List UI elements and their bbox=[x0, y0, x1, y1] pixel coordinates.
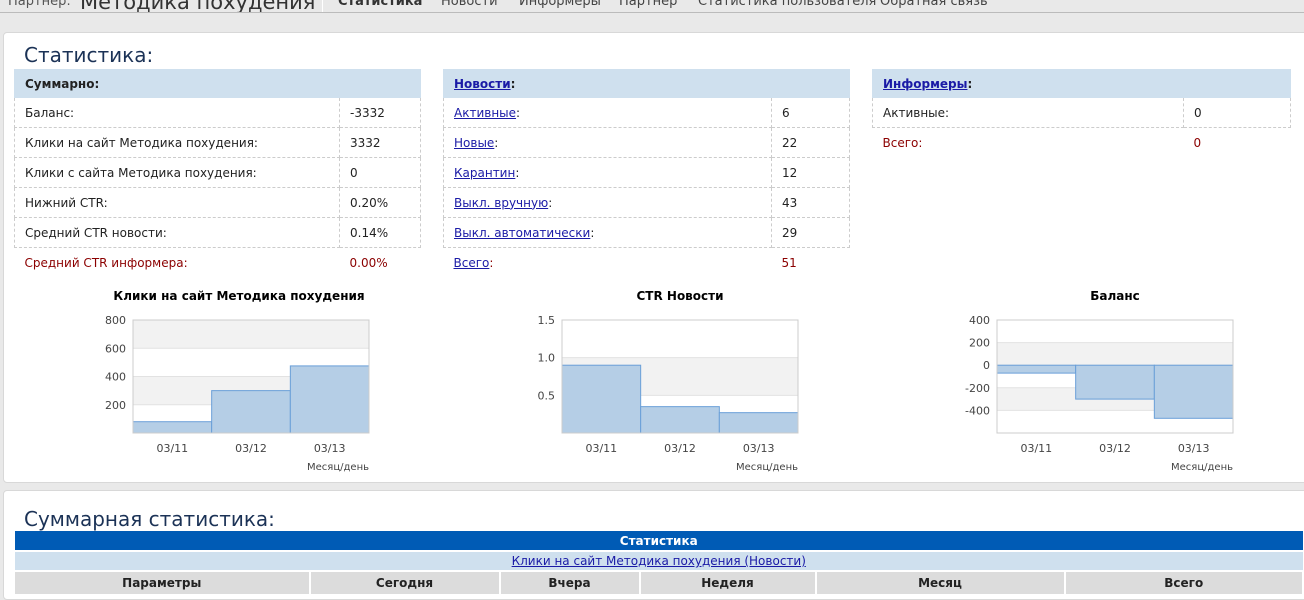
table-row: Нижний CTR: 0.20% bbox=[14, 187, 421, 218]
x-axis-label: Месяц/день bbox=[1171, 462, 1233, 473]
partner-label: Партнер: bbox=[8, 0, 71, 9]
summary-statistics-title: Суммарная статистика: bbox=[24, 507, 275, 531]
nav-user-statistics[interactable]: Статистика пользователя bbox=[698, 0, 876, 9]
page-title: Статистика: bbox=[24, 43, 154, 67]
table-row: Карантин: 12 bbox=[443, 157, 850, 188]
y-tick-label: -200 bbox=[965, 382, 990, 395]
news-auto-off-link[interactable]: Выкл. автоматически bbox=[454, 226, 590, 240]
summary-statistics-table: Статистика Клики на сайт Методика похуде… bbox=[14, 531, 1304, 596]
ctr-chart: CTR Новости 0.5 1.0 1.5 03/11 03/12 03/13 Месяц… bbox=[538, 289, 799, 473]
table-row: Активные: 6 bbox=[443, 97, 850, 128]
y-tick-label: 400 bbox=[969, 314, 990, 327]
y-tick-label: 400 bbox=[105, 371, 126, 384]
table-row: Клики с сайта Методика похудения: 0 bbox=[14, 157, 421, 188]
nav-feedback[interactable]: Обратная связь bbox=[880, 0, 988, 9]
y-tick-label: 200 bbox=[969, 337, 990, 350]
col-week: Неделя bbox=[639, 570, 817, 596]
news-table: Новости: Активные: 6 Новые: 22 Карантин: 12… bbox=[443, 69, 850, 278]
y-tick-label: -400 bbox=[965, 404, 990, 417]
table-row: Средний CTR новости: 0.14% bbox=[14, 217, 421, 248]
y-tick-label: 0.5 bbox=[538, 389, 556, 402]
col-yesterday: Вчера bbox=[499, 570, 641, 596]
bar bbox=[996, 364, 1077, 374]
news-total-link[interactable]: Всего bbox=[454, 256, 490, 270]
summary-header: Суммарно: bbox=[14, 69, 421, 98]
table-row: Выкл. автоматически: 29 bbox=[443, 217, 850, 248]
bar bbox=[1153, 364, 1234, 419]
nav-news[interactable]: Новости bbox=[441, 0, 498, 9]
table-row: Баланс: -3332 bbox=[14, 97, 421, 128]
top-nav: Партнер: Методика похудения Статистика Н… bbox=[0, 0, 1304, 13]
clicks-chart: Клики на сайт Методика похудения 200 400 60… bbox=[105, 289, 370, 473]
bar bbox=[289, 365, 370, 434]
partner-name: Методика похудения bbox=[80, 0, 316, 13]
news-active-link[interactable]: Активные bbox=[454, 106, 516, 120]
total-row: Всего: 51 bbox=[453, 255, 797, 270]
grid-band bbox=[997, 342, 1233, 366]
informers-link[interactable]: Информеры bbox=[883, 77, 967, 91]
balance-chart: Баланс -400 -200 0 200 400 03/11 03/12 03/13 Меся… bbox=[965, 289, 1234, 473]
grid-band bbox=[133, 320, 369, 349]
chart-title: CTR Новости bbox=[636, 289, 723, 303]
news-new-link[interactable]: Новые bbox=[454, 136, 494, 150]
chart-title: Клики на сайт Методика похудения bbox=[113, 289, 364, 303]
table-title: Статистика bbox=[14, 531, 1303, 551]
x-tick-label: 03/11 bbox=[156, 442, 188, 455]
informers-table: Информеры: Активные: 0 Всего: 0 bbox=[872, 69, 1291, 158]
table-row: Активные: 0 bbox=[872, 97, 1291, 128]
bar bbox=[132, 421, 213, 434]
x-tick-label: 03/13 bbox=[743, 442, 775, 455]
bar bbox=[718, 412, 799, 434]
table-row: Выкл. вручную: 43 bbox=[443, 187, 850, 218]
col-today: Сегодня bbox=[309, 570, 501, 596]
table-row: Клики на сайт Методика похудения: 3332 bbox=[14, 127, 421, 158]
y-tick-label: 200 bbox=[105, 399, 126, 412]
bar bbox=[561, 364, 642, 434]
y-tick-label: 600 bbox=[105, 342, 126, 355]
news-quarantine-link[interactable]: Карантин bbox=[454, 166, 515, 180]
section-link[interactable]: Клики на сайт Методика похудения (Новост… bbox=[512, 554, 806, 568]
x-tick-label: 03/11 bbox=[585, 442, 617, 455]
x-tick-label: 03/11 bbox=[1020, 442, 1052, 455]
x-tick-label: 03/12 bbox=[1099, 442, 1131, 455]
bar bbox=[1075, 364, 1155, 400]
nav-divider bbox=[322, 0, 323, 12]
total-row: Средний CTR информера: 0.00% bbox=[24, 255, 388, 270]
table-row: Новые: 22 bbox=[443, 127, 850, 158]
nav-statistics[interactable]: Статистика bbox=[338, 0, 422, 9]
y-tick-label: 1.5 bbox=[538, 314, 556, 327]
total-row: Всего: 0 bbox=[882, 135, 1202, 150]
x-tick-label: 03/12 bbox=[664, 442, 696, 455]
col-params: Параметры bbox=[14, 570, 311, 596]
bar bbox=[640, 406, 720, 434]
nav-informers[interactable]: Информеры bbox=[519, 0, 601, 9]
chart-title: Баланс bbox=[1090, 289, 1140, 303]
x-tick-label: 03/13 bbox=[1178, 442, 1210, 455]
summary-table: Суммарно: Баланс: -3332 Клики на сайт Мет… bbox=[14, 69, 421, 278]
y-tick-label: 1.0 bbox=[538, 352, 556, 365]
col-month: Месяц bbox=[815, 570, 1066, 596]
x-tick-label: 03/12 bbox=[235, 442, 267, 455]
y-tick-label: 800 bbox=[105, 314, 126, 327]
x-tick-label: 03/13 bbox=[314, 442, 346, 455]
nav-partner[interactable]: Партнер bbox=[619, 0, 677, 9]
bar bbox=[211, 390, 291, 434]
x-axis-label: Месяц/день bbox=[736, 462, 798, 473]
news-link[interactable]: Новости bbox=[454, 77, 511, 91]
news-manual-off-link[interactable]: Выкл. вручную bbox=[454, 196, 548, 210]
col-total: Всего bbox=[1064, 570, 1304, 596]
y-tick-label: 0 bbox=[983, 359, 990, 372]
x-axis-label: Месяц/день bbox=[307, 462, 369, 473]
